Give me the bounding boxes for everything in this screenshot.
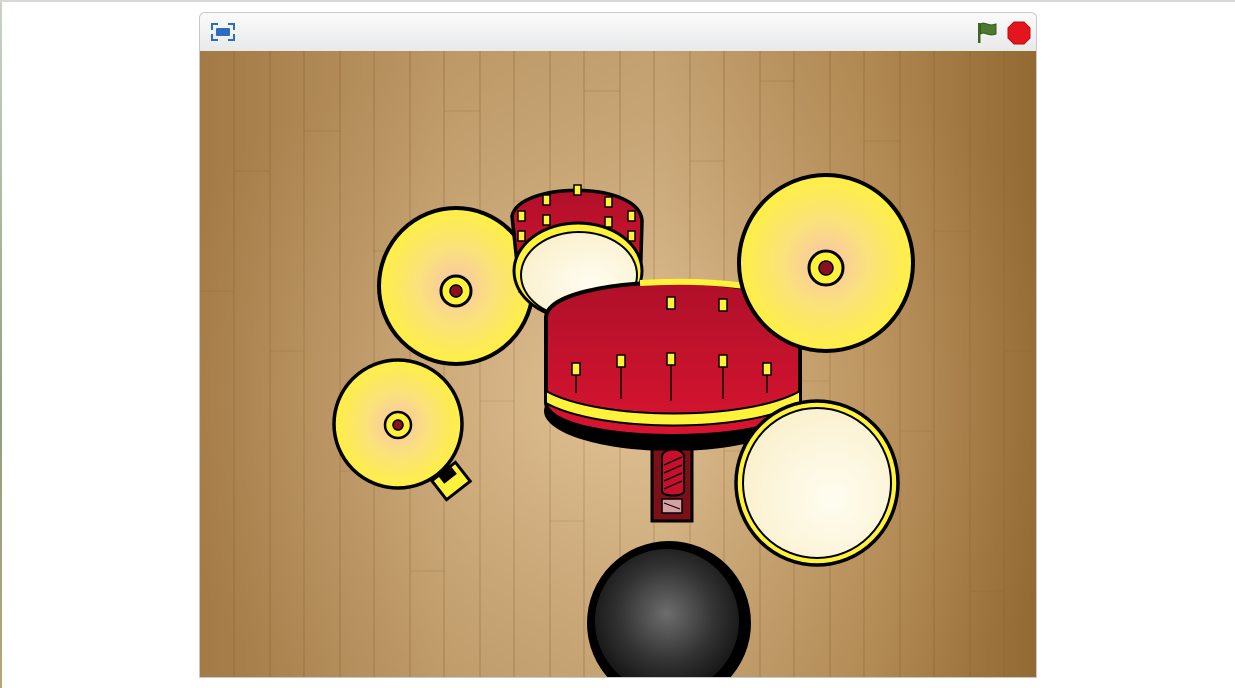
crash-cymbal-left[interactable] [377,206,535,366]
stage-canvas[interactable] [200,51,1036,677]
bass-drum-pedal[interactable] [650,447,694,523]
stage-svg [200,51,1036,677]
fullscreen-icon [211,23,235,41]
stop-sign-icon [1007,21,1031,45]
left-edge-strip [0,2,2,688]
stop-button[interactable] [1006,20,1032,46]
fullscreen-button[interactable] [208,19,238,45]
ride-cymbal-right[interactable] [737,173,915,353]
player-controls-bar [200,13,1036,52]
snare-drum[interactable] [734,399,900,567]
page [0,0,1235,688]
hihat-cymbal[interactable] [332,358,464,490]
top-divider [0,0,1235,2]
green-flag-icon [978,22,997,43]
project-player [199,12,1037,678]
green-flag-button[interactable] [974,20,1000,46]
